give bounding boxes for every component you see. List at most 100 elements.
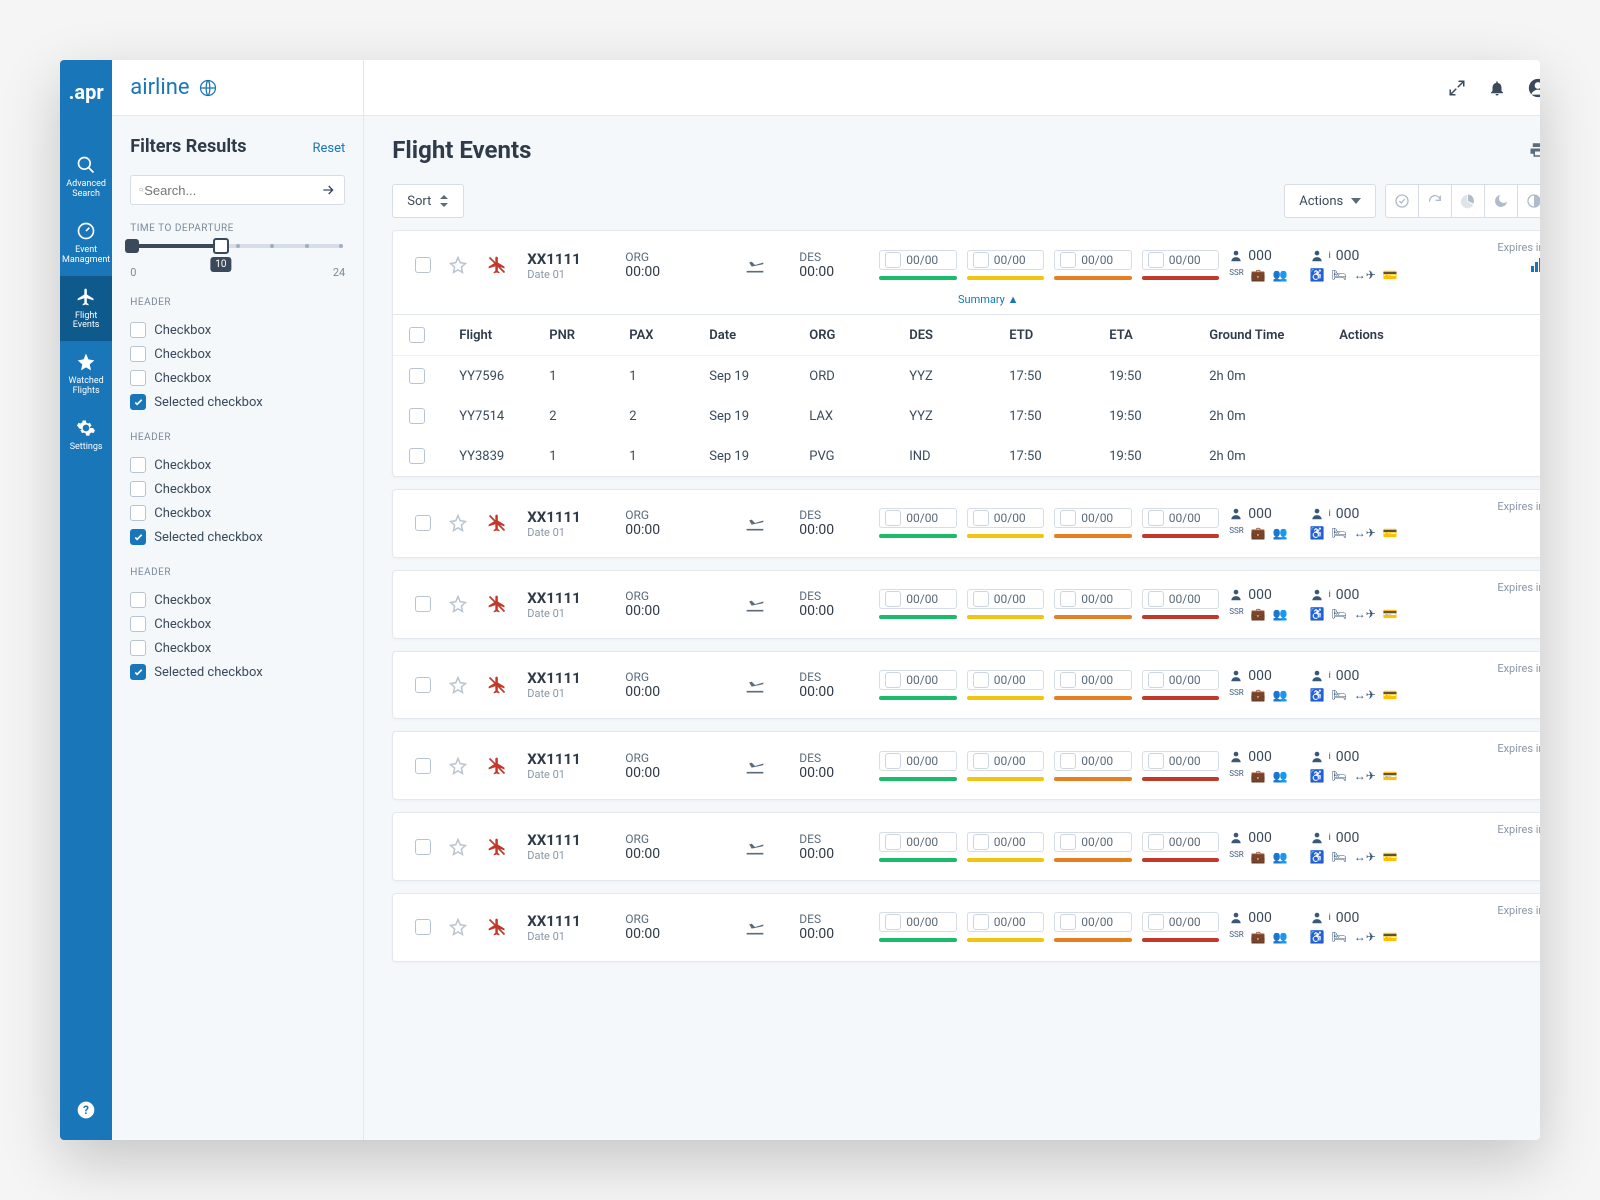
status-bar-green[interactable]: 00/00 bbox=[879, 912, 957, 942]
status-bar-orange[interactable]: 00/00 bbox=[1054, 832, 1132, 862]
sort-button[interactable]: Sort bbox=[392, 184, 464, 218]
star-icon[interactable] bbox=[449, 676, 477, 694]
filters-search[interactable] bbox=[130, 175, 345, 205]
filter-checkbox-row[interactable]: Checkbox bbox=[130, 453, 345, 477]
status-bar-green[interactable]: 00/00 bbox=[879, 589, 957, 619]
ssr-label: SSR bbox=[1229, 930, 1243, 944]
filter-checkbox-row[interactable]: Checkbox bbox=[130, 588, 345, 612]
flight-number: XX1111 bbox=[527, 589, 615, 607]
flight-number: XX1111 bbox=[527, 831, 615, 849]
toggle-pie-icon[interactable] bbox=[1451, 184, 1485, 218]
group-icon: 👥 bbox=[1273, 769, 1288, 783]
row-checkbox[interactable] bbox=[409, 368, 425, 384]
checkbox-label: Selected checkbox bbox=[154, 530, 262, 545]
filter-checkbox-row[interactable]: Checkbox bbox=[130, 318, 345, 342]
nav-settings[interactable]: Settings bbox=[60, 407, 112, 463]
status-bar-green[interactable]: 00/00 bbox=[879, 508, 957, 538]
status-bar-orange[interactable]: 00/00 bbox=[1054, 589, 1132, 619]
status-bar-yellow[interactable]: 00/00 bbox=[967, 250, 1045, 280]
reset-button[interactable]: Reset bbox=[312, 141, 345, 156]
time-slider[interactable]: 10 0 24 bbox=[130, 244, 345, 279]
nav-advanced-search[interactable]: Advanced Search bbox=[60, 144, 112, 210]
star-icon[interactable] bbox=[449, 838, 477, 856]
group-icon: 👥 bbox=[1273, 688, 1288, 702]
row-checkbox[interactable] bbox=[415, 839, 431, 855]
status-bar-yellow[interactable]: 00/00 bbox=[967, 508, 1045, 538]
status-bar-red[interactable]: 00/00 bbox=[1142, 751, 1220, 781]
filter-checkbox-row[interactable]: Checkbox bbox=[130, 612, 345, 636]
status-bar-red[interactable]: 00/00 bbox=[1142, 589, 1220, 619]
expand-icon[interactable] bbox=[1448, 79, 1466, 97]
status-bar-red[interactable]: 00/00 bbox=[1142, 508, 1220, 538]
filter-checkbox-row[interactable]: Checkbox bbox=[130, 477, 345, 501]
filter-checkbox-row[interactable]: Selected checkbox bbox=[130, 390, 345, 414]
star-icon[interactable] bbox=[449, 918, 477, 936]
filter-checkbox-row[interactable]: Checkbox bbox=[130, 366, 345, 390]
status-bar-orange[interactable]: 00/00 bbox=[1054, 508, 1132, 538]
pax-count: 000 bbox=[1336, 587, 1360, 603]
search-input[interactable] bbox=[144, 183, 320, 198]
row-checkbox[interactable] bbox=[415, 677, 431, 693]
status-bar-red[interactable]: 00/00 bbox=[1142, 670, 1220, 700]
toggle-refresh-icon[interactable] bbox=[1418, 184, 1452, 218]
summary-toggle[interactable]: Summary ▲ bbox=[393, 293, 1540, 314]
status-bar-red[interactable]: 00/00 bbox=[1142, 832, 1220, 862]
status-bar-green[interactable]: 00/00 bbox=[879, 670, 957, 700]
row-checkbox[interactable] bbox=[415, 257, 431, 273]
status-bar-orange[interactable]: 00/00 bbox=[1054, 250, 1132, 280]
status-bar-orange[interactable]: 00/00 bbox=[1054, 751, 1132, 781]
nav-flight-events[interactable]: Flight Events bbox=[60, 276, 112, 342]
status-bar-orange[interactable]: 00/00 bbox=[1054, 670, 1132, 700]
star-icon[interactable] bbox=[449, 595, 477, 613]
filter-checkbox-row[interactable]: Selected checkbox bbox=[130, 660, 345, 684]
flight-date: Date 01 bbox=[527, 687, 615, 700]
expires-label: Expires in 20m bbox=[1497, 241, 1540, 254]
row-checkbox[interactable] bbox=[409, 408, 425, 424]
org-label: ORG bbox=[625, 832, 660, 846]
event-card: XX1111Date 01 ORG00:00 DES00:00 00/0000/… bbox=[392, 489, 1540, 558]
row-checkbox[interactable] bbox=[415, 596, 431, 612]
expires-label: Expires in 20m bbox=[1497, 904, 1540, 917]
star-icon[interactable] bbox=[449, 256, 477, 274]
status-bar-yellow[interactable]: 00/00 bbox=[967, 912, 1045, 942]
table-row[interactable]: YY751422Sep 19LAXYYZ17:5019:502h 0m bbox=[393, 396, 1540, 436]
status-bar-orange[interactable]: 00/00 bbox=[1054, 912, 1132, 942]
filter-checkbox-row[interactable]: Checkbox bbox=[130, 342, 345, 366]
print-button[interactable]: Print bbox=[1529, 141, 1540, 159]
row-checkbox[interactable] bbox=[415, 919, 431, 935]
bell-icon[interactable] bbox=[1488, 79, 1506, 97]
status-bar-yellow[interactable]: 00/00 bbox=[967, 751, 1045, 781]
toggle-moon-icon[interactable] bbox=[1484, 184, 1518, 218]
header-checkbox[interactable] bbox=[409, 327, 425, 343]
status-bar-green[interactable]: 00/00 bbox=[879, 751, 957, 781]
actions-dropdown[interactable]: Actions bbox=[1284, 184, 1376, 218]
nav-watched-flights[interactable]: Watched Flights bbox=[60, 341, 112, 407]
filter-checkbox-row[interactable]: Selected checkbox bbox=[130, 525, 345, 549]
row-checkbox[interactable] bbox=[409, 448, 425, 464]
star-icon[interactable] bbox=[449, 514, 477, 532]
toggle-check-icon[interactable] bbox=[1385, 184, 1419, 218]
table-row[interactable]: YY383911Sep 19PVGIND17:5019:502h 0m bbox=[393, 436, 1540, 476]
status-bar-red[interactable]: 00/00 bbox=[1142, 250, 1220, 280]
transfer-icon: ↔✈ bbox=[1354, 526, 1376, 540]
user-icon[interactable] bbox=[1528, 78, 1540, 98]
row-checkbox[interactable] bbox=[415, 758, 431, 774]
status-bar-green[interactable]: 00/00 bbox=[879, 250, 957, 280]
status-bar-red[interactable]: 00/00 bbox=[1142, 912, 1220, 942]
status-bar-yellow[interactable]: 00/00 bbox=[967, 832, 1045, 862]
star-icon[interactable] bbox=[449, 757, 477, 775]
equalizer-icon[interactable] bbox=[1531, 258, 1540, 272]
ssr-label: SSR bbox=[1229, 607, 1243, 621]
toggle-contrast-icon[interactable] bbox=[1517, 184, 1540, 218]
nav-event-management[interactable]: Event Managment bbox=[60, 210, 112, 276]
filter-checkbox-row[interactable]: Checkbox bbox=[130, 501, 345, 525]
row-checkbox[interactable] bbox=[415, 515, 431, 531]
card-icon: 💳 bbox=[1383, 268, 1398, 282]
status-bar-yellow[interactable]: 00/00 bbox=[967, 670, 1045, 700]
arrow-right-icon[interactable] bbox=[320, 182, 336, 198]
status-bar-green[interactable]: 00/00 bbox=[879, 832, 957, 862]
filter-checkbox-row[interactable]: Checkbox bbox=[130, 636, 345, 660]
table-row[interactable]: YY759611Sep 19ORDYYZ17:5019:502h 0m bbox=[393, 356, 1540, 396]
status-bar-yellow[interactable]: 00/00 bbox=[967, 589, 1045, 619]
help-button[interactable]: ? bbox=[76, 1100, 96, 1120]
